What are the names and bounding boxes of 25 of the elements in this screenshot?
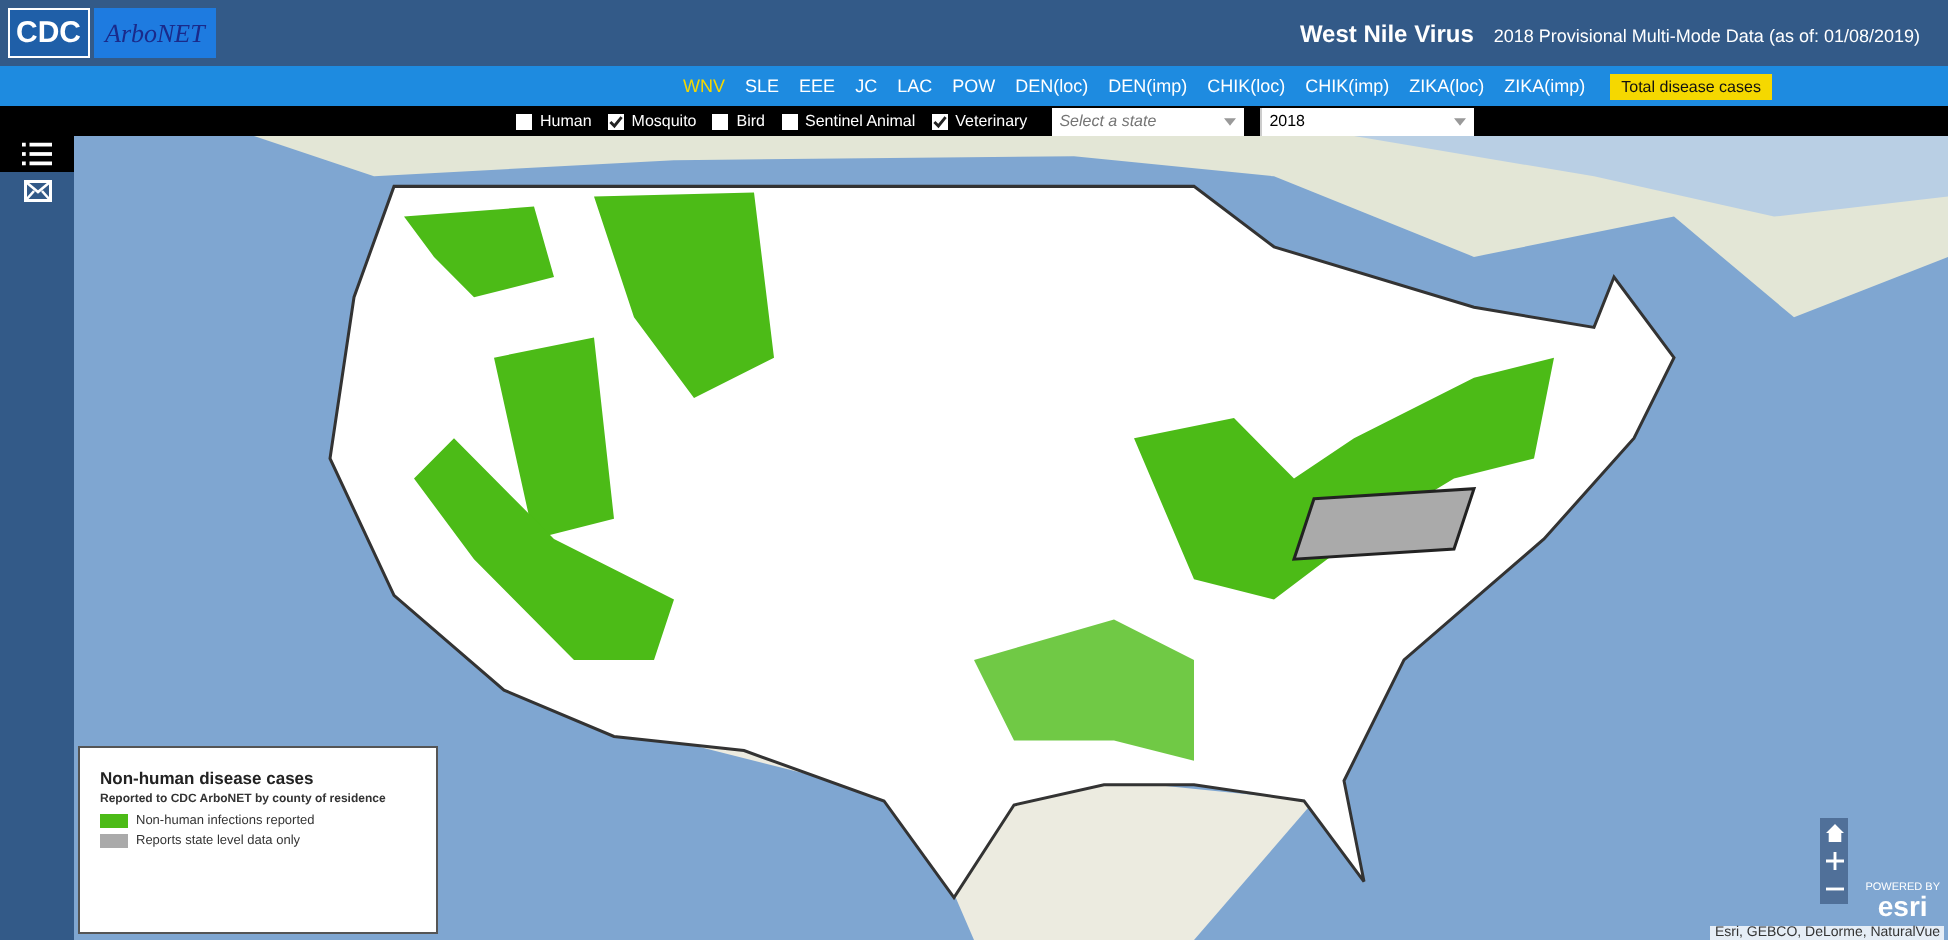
disease-tab[interactable]: CHIK(loc) xyxy=(1199,76,1294,96)
disease-tab[interactable]: ZIKA(loc) xyxy=(1401,76,1493,96)
disease-tab[interactable]: LAC xyxy=(889,76,941,96)
checkbox-label: Human xyxy=(540,112,592,130)
disease-tab[interactable]: ZIKA(imp) xyxy=(1496,76,1594,96)
disease-tab[interactable]: CHIK(imp) xyxy=(1297,76,1398,96)
year-select[interactable]: 2018 xyxy=(1259,107,1474,135)
disease-tab[interactable]: SLE xyxy=(737,76,788,96)
disease-tab[interactable]: DEN(loc) xyxy=(1007,76,1097,96)
checkbox-label: Mosquito xyxy=(631,112,697,130)
checkbox-label: Sentinel Animal xyxy=(805,112,916,130)
disease-tab[interactable]: DEN(imp) xyxy=(1100,76,1196,96)
app-title: West Nile Virus xyxy=(1299,19,1474,47)
disease-tab[interactable]: JC xyxy=(847,76,886,96)
checkbox-label: Veterinary xyxy=(955,112,1028,130)
state-select[interactable]: Select a state xyxy=(1051,107,1244,135)
arbonet-logo: ArboNET xyxy=(93,8,217,58)
disease-tab[interactable]: WNV xyxy=(675,76,734,96)
disease-tab[interactable]: POW xyxy=(944,76,1004,96)
total-cases-button[interactable]: Total disease cases xyxy=(1609,73,1773,99)
cdc-logo: CDC xyxy=(8,8,89,58)
checkbox-label: Bird xyxy=(736,112,765,130)
app-subtitle: 2018 Provisional Multi-Mode Data (as of: 01/08/2019) xyxy=(1493,25,1920,45)
disease-tab[interactable]: EEE xyxy=(791,76,844,96)
legend-title: Non-human disease cases xyxy=(100,768,316,788)
